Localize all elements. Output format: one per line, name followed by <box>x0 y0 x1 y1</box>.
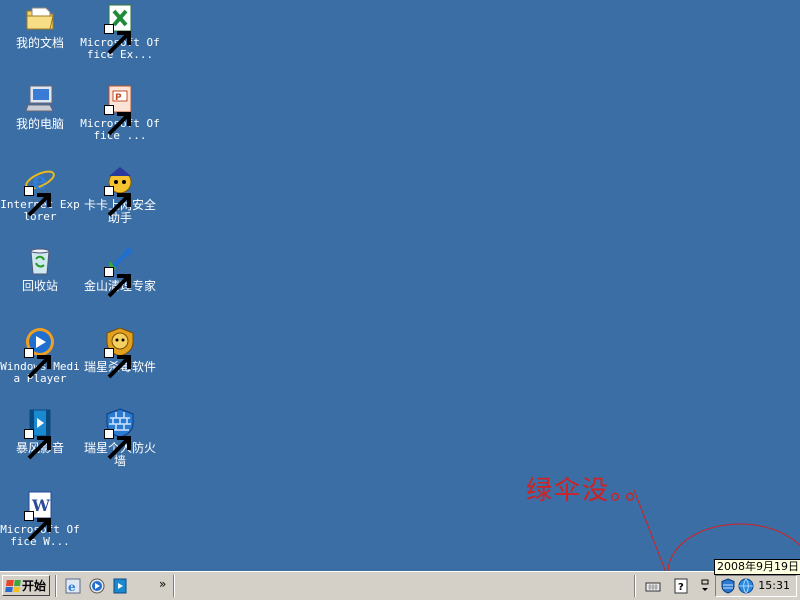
shortcut-arrow-icon <box>104 24 131 55</box>
svg-text:?: ? <box>678 582 684 593</box>
annotation-text: 绿伞没。。 <box>526 476 654 506</box>
desktop-icon-kingsoft-cleaner[interactable]: 金山清理专家 <box>80 245 160 298</box>
help-icon[interactable]: ? <box>673 578 689 594</box>
powerpoint-icon: P <box>104 83 136 136</box>
shortcut-arrow-icon <box>24 348 51 379</box>
desktop-icon-recycle-bin[interactable]: 回收站 <box>0 245 80 293</box>
my-computer-icon <box>24 83 56 115</box>
quicklaunch-overflow-chevron[interactable]: » <box>159 577 166 591</box>
kingsoft-cleaner-icon <box>104 245 136 298</box>
keyboard-icon[interactable] <box>645 578 661 594</box>
shortcut-arrow-icon <box>24 429 51 460</box>
start-label: 开始 <box>22 579 47 593</box>
kaka-security-icon <box>104 164 136 217</box>
desktop: 我的文档 我的电脑 e Internet Explorer 回收站 Window… <box>0 0 800 571</box>
quicklaunch-ie-icon[interactable]: e <box>65 578 81 594</box>
desktop-icon-label: 我的电脑 <box>15 117 64 131</box>
shortcut-arrow-icon <box>104 186 131 217</box>
shortcut-arrow-icon <box>104 348 131 379</box>
quicklaunch-storm-player-icon[interactable] <box>112 578 128 594</box>
desktop-icon-my-computer[interactable]: 我的电脑 <box>0 83 80 131</box>
internet-explorer-icon: e <box>24 164 56 217</box>
svg-text:e: e <box>68 580 76 594</box>
desktop-icon-internet-explorer[interactable]: e Internet Explorer <box>0 164 80 223</box>
windows-logo-icon <box>5 579 21 592</box>
shortcut-arrow-icon <box>24 186 51 217</box>
desktop-icon-media-player[interactable]: Windows Media Player <box>0 326 80 385</box>
my-documents-icon <box>24 2 56 34</box>
firewall-tray-icon[interactable] <box>720 578 736 594</box>
svg-text:P: P <box>115 93 122 103</box>
rising-firewall-icon <box>104 407 136 460</box>
start-button[interactable]: 开始 <box>2 575 50 596</box>
desktop-icon-excel[interactable]: Microsoft Office Ex... <box>80 2 160 61</box>
shortcut-arrow-icon <box>104 105 131 136</box>
taskbar-separator <box>634 575 636 597</box>
rising-antivirus-icon <box>104 326 136 379</box>
network-globe-tray-icon[interactable] <box>738 578 754 594</box>
desktop-icon-powerpoint[interactable]: P Microsoft Office ... <box>80 83 160 142</box>
taskbar-separator <box>55 575 57 597</box>
storm-player-icon <box>24 407 56 460</box>
shortcut-arrow-icon <box>104 267 131 298</box>
media-player-icon <box>24 326 56 379</box>
desktop-icon-word[interactable]: W Microsoft Office W... <box>0 489 80 548</box>
desktop-icon-kaka-security[interactable]: 卡卡上网安全助手 <box>80 164 160 225</box>
language-bar-options-icon[interactable] <box>697 578 713 594</box>
quicklaunch-media-player-icon[interactable] <box>89 578 105 594</box>
clock[interactable]: 15:31 <box>758 579 790 592</box>
date-tooltip: 2008年9月19日 <box>714 559 800 575</box>
shortcut-arrow-icon <box>104 429 131 460</box>
word-icon: W <box>24 489 56 542</box>
taskbar-separator <box>173 575 175 597</box>
desktop-icon-my-documents[interactable]: 我的文档 <box>0 2 80 50</box>
desktop-icon-label: 我的文档 <box>15 36 64 50</box>
desktop-icon-rising-antivirus[interactable]: 瑞星杀毒软件 <box>80 326 160 379</box>
desktop-icon-rising-firewall[interactable]: 瑞星个人防火墙 <box>80 407 160 468</box>
shortcut-arrow-icon <box>24 511 51 542</box>
recycle-bin-icon <box>24 245 56 277</box>
desktop-icon-storm-player[interactable]: 暴风影音 <box>0 407 80 460</box>
desktop-icon-label: 回收站 <box>21 279 58 293</box>
excel-icon <box>104 2 136 55</box>
taskbar: 开始 e » ? 15:31 <box>0 571 800 600</box>
system-tray: 15:31 <box>715 575 797 597</box>
